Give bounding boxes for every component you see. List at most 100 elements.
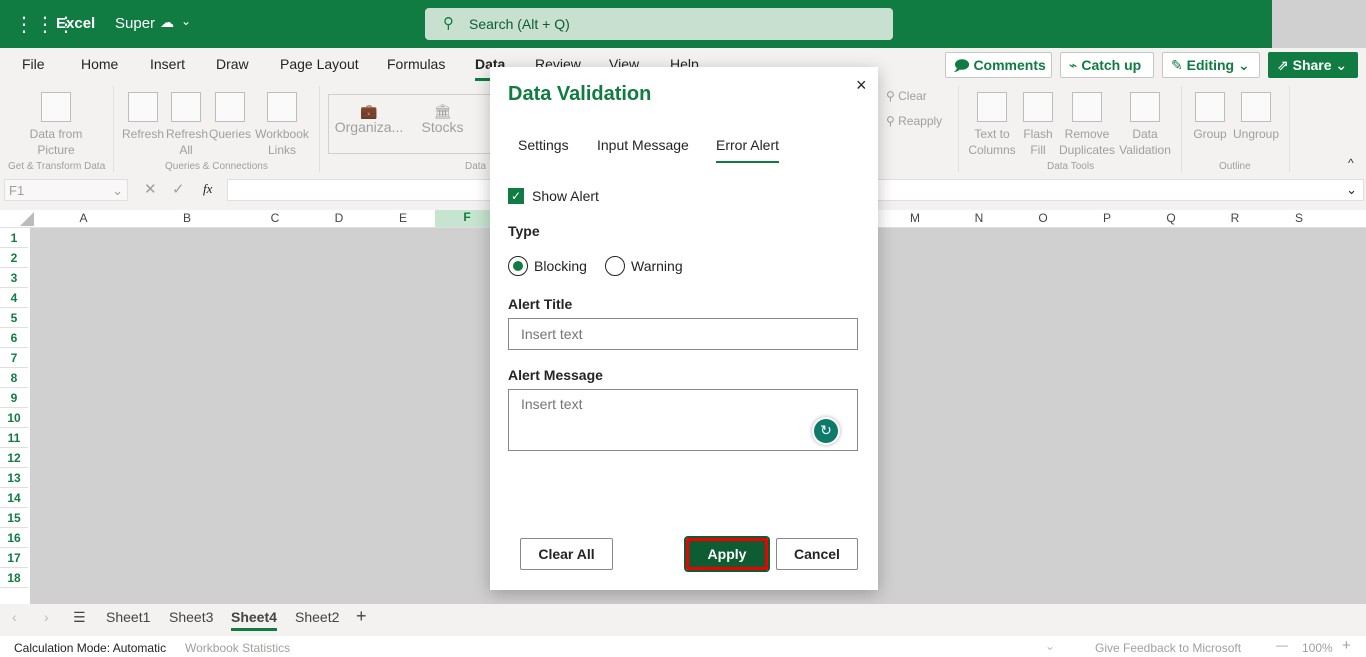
insert-function-icon[interactable]: fx <box>203 181 212 197</box>
show-alert-checkbox[interactable]: ✓ <box>508 188 524 204</box>
comments-button[interactable]: 🗩 Comments <box>945 52 1052 78</box>
row-header[interactable]: 1 <box>0 228 28 248</box>
editing-button[interactable]: ✎ Editing ⌄ <box>1162 52 1260 78</box>
workbook-statistics[interactable]: Workbook Statistics <box>185 641 290 655</box>
next-sheet-icon[interactable]: › <box>44 609 49 625</box>
column-header[interactable]: B <box>131 211 243 225</box>
expand-icon[interactable]: ⌄ <box>1346 182 1357 198</box>
row-header[interactable]: 10 <box>0 408 28 428</box>
row-header[interactable]: 14 <box>0 488 28 508</box>
add-sheet-icon[interactable]: + <box>356 606 367 627</box>
reapply-filter-button[interactable]: ⚲ Reapply <box>886 113 942 129</box>
all-sheets-menu-icon[interactable]: ☰ <box>73 609 86 626</box>
column-header[interactable]: N <box>947 211 1011 225</box>
column-header[interactable]: P <box>1075 211 1139 225</box>
row-header[interactable]: 11 <box>0 428 28 448</box>
refresh-all-button[interactable]: Refresh All <box>166 92 208 158</box>
clear-filter-button[interactable]: ⚲ Clear <box>886 88 927 104</box>
name-box[interactable]: F1 ⌄ <box>4 179 128 201</box>
prev-sheet-icon[interactable]: ‹ <box>12 609 17 625</box>
sheet-tab[interactable]: Sheet1 <box>106 609 150 625</box>
text-to-columns-button[interactable]: Text to Columns <box>966 92 1018 158</box>
row-header[interactable]: 4 <box>0 288 28 308</box>
editor-assistant-icon[interactable]: ↻ <box>814 419 838 443</box>
cancel-icon[interactable]: ✕ <box>144 180 157 198</box>
alert-title-input[interactable] <box>508 318 858 350</box>
clear-all-button[interactable]: Clear All <box>520 538 613 570</box>
column-header[interactable]: A <box>36 211 131 225</box>
tab-page-layout[interactable]: Page Layout <box>280 56 359 72</box>
queries-icon <box>215 92 245 122</box>
chevron-down-icon[interactable]: ⌄ <box>181 14 191 28</box>
row-header[interactable]: 5 <box>0 308 28 328</box>
close-icon[interactable]: × <box>856 75 867 96</box>
warning-radio[interactable] <box>605 256 625 276</box>
row-header[interactable]: 12 <box>0 448 28 468</box>
search-input[interactable]: ⚲ Search (Alt + Q) <box>425 8 893 40</box>
document-name[interactable]: Super <box>115 15 155 32</box>
data-from-picture-button[interactable]: Data from Picture <box>20 92 92 158</box>
tab-formulas[interactable]: Formulas <box>387 56 445 72</box>
tab-draw[interactable]: Draw <box>216 56 249 72</box>
enter-icon[interactable]: ✓ <box>172 180 185 198</box>
search-placeholder: Search (Alt + Q) <box>469 16 570 32</box>
row-header[interactable]: 13 <box>0 468 28 488</box>
feedback-link[interactable]: Give Feedback to Microsoft <box>1095 641 1241 655</box>
cancel-button[interactable]: Cancel <box>776 538 858 570</box>
type-label: Type <box>508 223 540 239</box>
sheet-tab-active[interactable]: Sheet4 <box>231 609 277 631</box>
select-all-icon[interactable] <box>20 212 34 226</box>
column-header[interactable]: C <box>243 211 307 225</box>
row-header[interactable]: 7 <box>0 348 28 368</box>
sheet-tab[interactable]: Sheet2 <box>295 609 339 625</box>
flash-fill-button[interactable]: Flash Fill <box>1022 92 1054 158</box>
ungroup-button[interactable]: Ungroup <box>1231 92 1281 142</box>
tab-settings[interactable]: Settings <box>518 137 569 153</box>
collapse-ribbon-icon[interactable]: ^ <box>1348 156 1354 170</box>
column-header[interactable]: D <box>307 211 371 225</box>
column-header[interactable]: S <box>1267 211 1331 225</box>
label: Queries <box>208 127 252 141</box>
stocks-button[interactable]: 🏛 Stocks <box>415 103 470 135</box>
row-header[interactable]: 15 <box>0 508 28 528</box>
workbook-links-button[interactable]: Workbook Links <box>254 92 310 158</box>
row-header[interactable]: 2 <box>0 248 28 268</box>
apply-button[interactable]: Apply <box>684 536 770 572</box>
row-header[interactable]: 6 <box>0 328 28 348</box>
blocking-radio[interactable] <box>508 256 528 276</box>
row-header[interactable]: 16 <box>0 528 28 548</box>
tab-input-message[interactable]: Input Message <box>597 137 689 153</box>
remove-duplicates-button[interactable]: Remove Duplicates <box>1058 92 1116 158</box>
alert-message-input[interactable] <box>508 389 858 451</box>
tab-insert[interactable]: Insert <box>150 56 185 72</box>
calc-mode[interactable]: Calculation Mode: Automatic <box>14 641 166 655</box>
app-name[interactable]: Excel <box>56 15 95 32</box>
tab-error-alert[interactable]: Error Alert <box>716 137 780 163</box>
refresh-button[interactable]: Refresh <box>122 92 164 142</box>
row-header[interactable]: 3 <box>0 268 28 288</box>
tab-home[interactable]: Home <box>81 56 118 72</box>
zoom-out-icon[interactable]: — <box>1276 638 1288 652</box>
chevron-down-icon[interactable]: ⌄ <box>1045 639 1055 653</box>
column-header[interactable]: E <box>371 211 435 225</box>
queries-button[interactable]: Queries <box>208 92 252 142</box>
row-header[interactable]: 17 <box>0 548 28 568</box>
organization-button[interactable]: 💼 Organiza... <box>333 103 405 135</box>
row-header[interactable]: 9 <box>0 388 28 408</box>
catch-up-button[interactable]: ⌁ Catch up <box>1060 52 1154 78</box>
column-header[interactable]: R <box>1203 211 1267 225</box>
zoom-level[interactable]: 100% <box>1302 641 1333 655</box>
column-header[interactable]: M <box>883 211 947 225</box>
data-validation-dialog: Data Validation × Settings Input Message… <box>490 67 878 590</box>
tab-file[interactable]: File <box>22 56 45 72</box>
group-button[interactable]: Group <box>1190 92 1230 142</box>
share-icon: ⇗ <box>1277 57 1293 73</box>
sheet-tab[interactable]: Sheet3 <box>169 609 213 625</box>
column-header[interactable]: Q <box>1139 211 1203 225</box>
row-header[interactable]: 8 <box>0 368 28 388</box>
column-header[interactable]: O <box>1011 211 1075 225</box>
row-header[interactable]: 18 <box>0 568 28 588</box>
zoom-in-icon[interactable]: + <box>1342 637 1351 654</box>
share-button[interactable]: ⇗ Share ⌄ <box>1268 52 1358 78</box>
data-validation-button[interactable]: Data Validation <box>1116 92 1174 158</box>
